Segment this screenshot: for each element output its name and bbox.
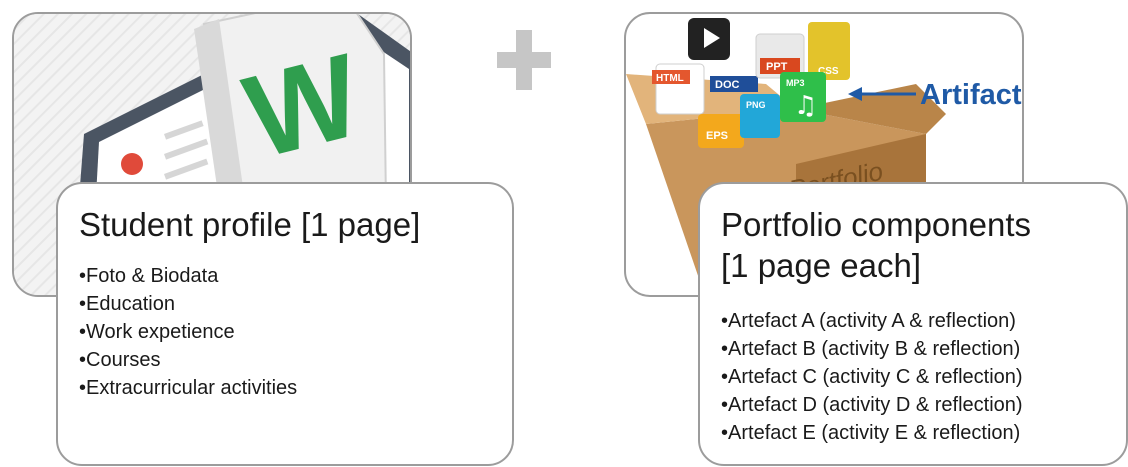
portfolio-components-card: Portfolio components [1 page each] •Arte… — [698, 182, 1128, 466]
portfolio-components-list: •Artefact A (activity A & reflection) •A… — [721, 307, 1023, 447]
portfolio-components-title: Portfolio components [1 page each] — [721, 206, 1032, 284]
bullet-icon: • — [721, 310, 729, 332]
bullet-icon: • — [79, 293, 87, 315]
list-item: •Artefact C (activity C & reflection) — [721, 363, 1023, 391]
bullet-icon: • — [79, 349, 87, 371]
list-item: •Extracurricular activities — [79, 374, 297, 402]
artifact-label: Artifact — [920, 79, 1022, 111]
svg-text:PPT: PPT — [766, 61, 788, 73]
bullet-icon: • — [79, 377, 87, 399]
student-profile-card: Student profile [1 page] •Foto & Biodata… — [56, 182, 514, 466]
bullet-icon: • — [721, 366, 729, 388]
list-item: •Artefact A (activity A & reflection) — [721, 307, 1023, 335]
list-item: •Work expetience — [79, 318, 297, 346]
svg-text:DOC: DOC — [715, 79, 740, 91]
svg-text:HTML: HTML — [656, 73, 684, 84]
list-item: •Education — [79, 290, 297, 318]
list-item: •Artefact E (activity E & reflection) — [721, 419, 1023, 447]
svg-text:♫: ♫ — [794, 91, 817, 121]
bullet-icon: • — [79, 321, 87, 343]
svg-text:MP3: MP3 — [786, 78, 805, 88]
list-item: •Foto & Biodata — [79, 262, 297, 290]
list-item: •Artefact B (activity B & reflection) — [721, 335, 1023, 363]
svg-text:PNG: PNG — [746, 100, 766, 110]
list-item: •Courses — [79, 346, 297, 374]
svg-text:EPS: EPS — [706, 130, 728, 142]
student-profile-list: •Foto & Biodata •Education •Work expetie… — [79, 262, 297, 402]
plus-icon — [497, 30, 551, 90]
bullet-icon: • — [721, 338, 729, 360]
bullet-icon: • — [721, 422, 729, 444]
bullet-icon: • — [721, 394, 729, 416]
list-item: •Artefact D (activity D & reflection) — [721, 391, 1023, 419]
student-profile-title: Student profile [1 page] — [79, 206, 421, 243]
bullet-icon: • — [79, 265, 87, 287]
